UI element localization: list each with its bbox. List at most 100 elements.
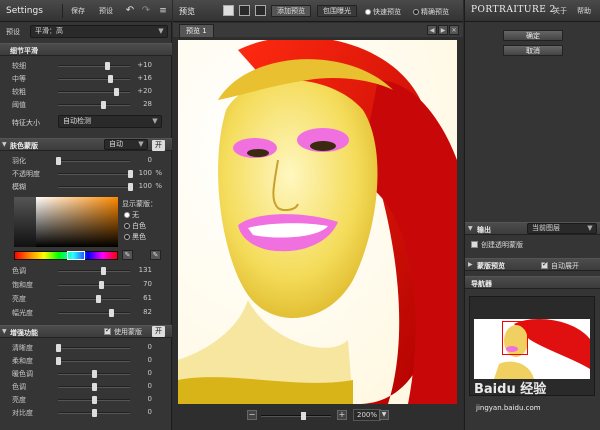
navigator-header[interactable]: 导航器 [465, 276, 600, 289]
slider-value[interactable]: 131 [130, 266, 152, 274]
slider-value[interactable]: 61 [130, 294, 152, 302]
slider-value[interactable]: +16 [130, 74, 152, 82]
eyedropper-icon[interactable]: ✎ [122, 250, 133, 260]
create-transparent-checkbox[interactable]: 创建透明蒙版 [471, 240, 523, 250]
slider-track[interactable] [58, 88, 130, 96]
add-preview-button[interactable]: 添加预览 [271, 5, 311, 17]
zoom-level[interactable]: 200% [353, 409, 381, 421]
about-link[interactable]: 关于 [553, 6, 567, 16]
slider-value[interactable]: 0 [130, 343, 152, 351]
slider-value[interactable]: 0 [130, 382, 152, 390]
radio-dot[interactable] [124, 223, 130, 229]
redo-icon[interactable]: ↷ [140, 4, 152, 18]
slider-thumb[interactable] [92, 370, 97, 378]
tab-prev-icon[interactable]: ◀ [427, 25, 437, 35]
slider-thumb[interactable] [95, 295, 101, 303]
display-mask-radio[interactable]: 白色 [124, 221, 146, 231]
output-dropdown[interactable]: 当前图层 ▼ [527, 223, 597, 234]
zoom-dropdown-icon[interactable]: ▼ [379, 410, 389, 420]
menu-icon[interactable]: ≡ [157, 4, 169, 18]
checkbox-box[interactable] [471, 241, 478, 248]
ok-button[interactable]: 确定 [503, 30, 563, 41]
checkbox-box[interactable] [104, 326, 111, 335]
split-vertical-icon[interactable] [255, 5, 266, 16]
fast-preview-radio[interactable]: 快速预览 [365, 7, 401, 17]
use-mask-checkbox[interactable]: 使用蒙版 [104, 326, 142, 337]
slider-value[interactable]: 100 [130, 169, 152, 177]
slider-thumb[interactable] [100, 267, 106, 275]
zoom-in-button[interactable]: + [337, 410, 347, 420]
preset-dropdown[interactable]: 平滑：高 ▼ [30, 25, 168, 38]
color-picker[interactable] [14, 197, 118, 247]
slider-value[interactable]: +20 [130, 87, 152, 95]
slider-value[interactable]: 0 [130, 356, 152, 364]
slider-value[interactable]: 0 [130, 369, 152, 377]
slider-value[interactable]: 70 [130, 280, 152, 288]
radio-dot[interactable] [413, 9, 419, 15]
slider-track[interactable] [58, 170, 133, 178]
tab-close-icon[interactable]: ✕ [449, 25, 459, 35]
slider-thumb[interactable] [109, 309, 115, 317]
slider-value[interactable]: 0 [130, 395, 152, 403]
eyedropper-add-icon[interactable]: ✎ [150, 250, 161, 260]
slider-thumb[interactable] [92, 396, 97, 404]
slider-track[interactable] [56, 357, 130, 365]
preview-image[interactable] [178, 40, 457, 404]
slider-value[interactable]: 82 [130, 308, 152, 316]
radio-dot[interactable] [365, 9, 371, 15]
detail-smoothing-header[interactable]: 细节平滑 [0, 43, 172, 56]
slider-track[interactable] [58, 370, 130, 378]
split-horizontal-icon[interactable] [239, 5, 250, 16]
display-mask-radio[interactable]: 无 [124, 210, 139, 220]
checkbox-box[interactable] [541, 260, 548, 269]
slider-track[interactable] [58, 267, 130, 275]
slider-track[interactable] [58, 396, 130, 404]
display-mask-radio[interactable]: 黑色 [124, 232, 146, 242]
slider-track[interactable] [58, 383, 130, 391]
slider-value[interactable]: 0 [130, 156, 152, 164]
slider-thumb[interactable] [100, 101, 106, 109]
slider-track[interactable] [58, 101, 130, 109]
slider-value[interactable]: 0 [130, 408, 152, 416]
slider-track[interactable] [58, 75, 130, 83]
slider-track[interactable] [58, 183, 133, 191]
save-button[interactable]: 保存 [68, 4, 88, 18]
feature-size-dropdown[interactable]: 自动检测 ▼ [58, 115, 162, 128]
cancel-button[interactable]: 取消 [503, 45, 563, 56]
hue-selection[interactable] [67, 251, 85, 260]
slider-track[interactable] [58, 309, 130, 317]
enhancements-header[interactable]: ▼ 增强功能 [0, 325, 172, 338]
skin-mask-toggle[interactable]: 开 [152, 140, 165, 151]
slider-thumb[interactable] [104, 62, 110, 70]
zoom-out-button[interactable]: − [247, 410, 257, 420]
help-link[interactable]: 帮助 [577, 6, 591, 16]
radio-dot[interactable] [124, 234, 130, 240]
auto-expand-checkbox[interactable]: 自动展开 [541, 260, 579, 271]
mask-preview-header[interactable]: ▶ 蒙版预览 [465, 258, 600, 271]
slider-thumb[interactable] [107, 75, 113, 83]
slider-value[interactable]: 100 [130, 182, 152, 190]
navigator-viewport[interactable] [502, 321, 528, 355]
zoom-slider-thumb[interactable] [301, 412, 306, 420]
slider-track[interactable] [58, 409, 130, 417]
slider-thumb[interactable] [113, 88, 119, 96]
skin-mode-dropdown[interactable]: 自动 ▼ [104, 139, 148, 150]
slider-thumb[interactable] [56, 357, 61, 365]
radio-dot[interactable] [124, 212, 130, 218]
zoom-slider[interactable] [261, 412, 331, 420]
slider-track[interactable] [58, 295, 130, 303]
navigator-thumbnail[interactable] [474, 319, 590, 379]
slider-track[interactable] [58, 62, 130, 70]
tab-next-icon[interactable]: ▶ [438, 25, 448, 35]
slider-thumb[interactable] [56, 344, 61, 352]
tab-preview-1[interactable]: 预览 1 [179, 24, 214, 37]
slider-thumb[interactable] [56, 157, 61, 165]
enhance-toggle[interactable]: 开 [152, 326, 165, 337]
single-view-icon[interactable] [223, 5, 234, 16]
slider-track[interactable] [56, 157, 130, 165]
bracket-button[interactable]: 包围曝光 [317, 5, 357, 17]
accurate-preview-radio[interactable]: 精确预览 [413, 7, 449, 17]
slider-track[interactable] [56, 344, 130, 352]
slider-thumb[interactable] [92, 383, 97, 391]
undo-icon[interactable]: ↶ [124, 4, 136, 18]
